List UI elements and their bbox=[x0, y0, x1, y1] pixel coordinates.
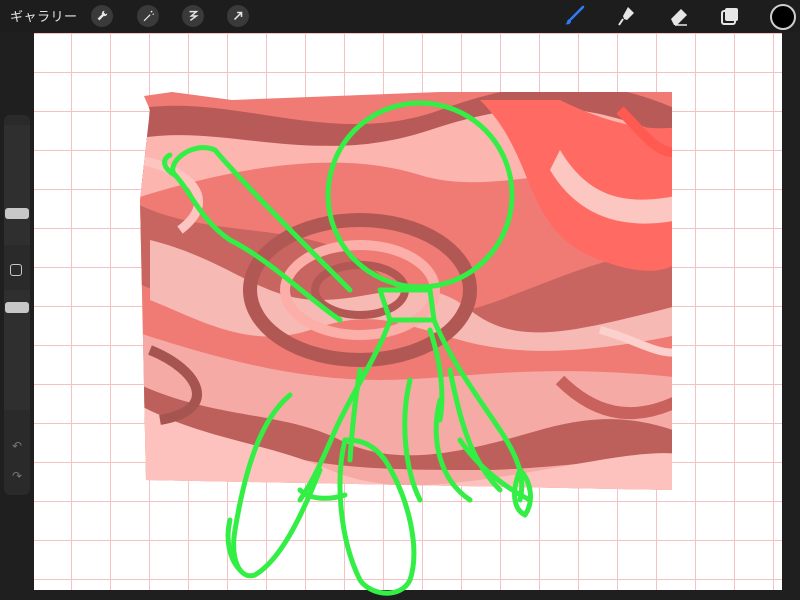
opacity-slider[interactable] bbox=[4, 290, 30, 410]
canvas-artwork bbox=[140, 92, 672, 596]
modifier-square-button[interactable] bbox=[10, 264, 22, 276]
left-sidebar: ↶ ↷ bbox=[4, 115, 30, 495]
opacity-thumb[interactable] bbox=[5, 302, 29, 313]
undo-icon[interactable]: ↶ bbox=[10, 439, 24, 453]
redo-icon[interactable]: ↷ bbox=[10, 469, 24, 483]
brush-size-slider[interactable] bbox=[4, 125, 30, 245]
brush-size-thumb[interactable] bbox=[5, 208, 29, 219]
